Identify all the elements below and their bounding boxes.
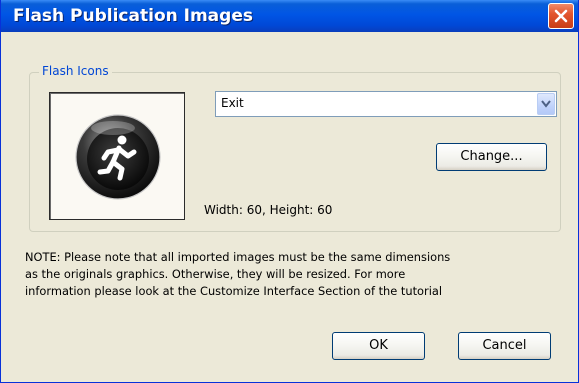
close-icon [554,9,568,23]
running-man-exit-icon [75,114,161,200]
close-button[interactable] [548,3,574,29]
note-line: NOTE: Please note that all imported imag… [25,250,451,264]
note-line: as the originals graphics. Otherwise, th… [25,267,406,281]
ok-button[interactable]: OK [332,332,425,360]
icon-select[interactable]: Exit [215,91,557,117]
icon-preview [49,92,185,220]
note-text: NOTE: Please note that all imported imag… [25,249,565,300]
title-bar[interactable]: Flash Publication Images [1,0,578,32]
dropdown-button[interactable] [537,93,555,115]
dimensions-label: Width: 60, Height: 60 [204,203,333,217]
chevron-down-icon [541,100,551,108]
window-title: Flash Publication Images [13,6,253,26]
select-value: Exit [221,96,244,110]
change-button[interactable]: Change... [436,143,547,171]
cancel-button[interactable]: Cancel [458,332,551,360]
note-line: information please look at the Customize… [25,284,443,298]
dialog-window: Flash Publication Images Flash Icons Exi… [0,0,579,383]
group-title: Flash Icons [39,64,112,78]
